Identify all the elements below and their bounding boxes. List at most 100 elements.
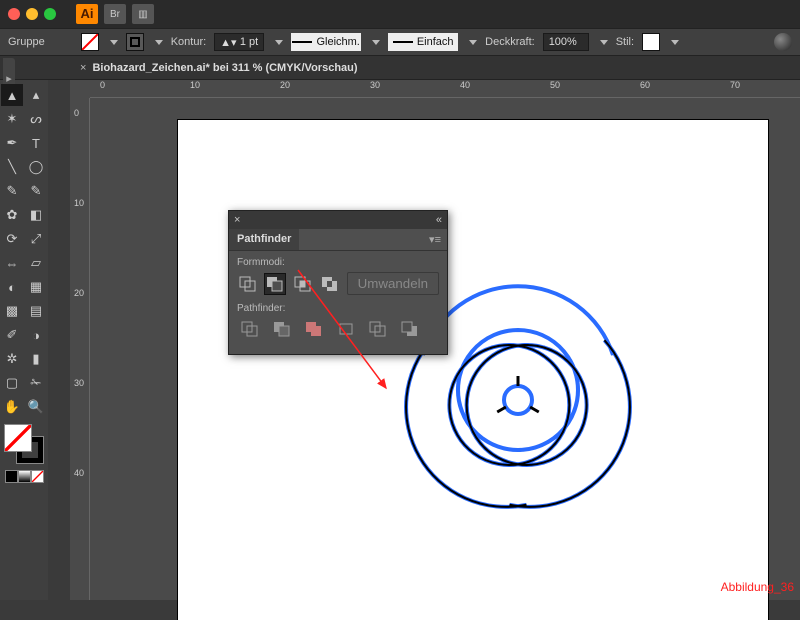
collapsed-left-dock[interactable] xyxy=(48,80,70,600)
ruler-tick: 30 xyxy=(74,378,84,388)
selection-tool[interactable]: ▲ xyxy=(1,84,23,106)
opacity-input[interactable]: 100% xyxy=(543,33,589,51)
color-mode-toggles xyxy=(5,470,44,483)
rotate-tool[interactable]: ⟳ xyxy=(1,228,23,250)
style-dropdown[interactable] xyxy=(671,40,679,45)
artboard-tool[interactable]: ▢ xyxy=(1,372,23,394)
stroke-weight-dropdown[interactable] xyxy=(275,40,283,45)
pathfinder-tab[interactable]: Pathfinder xyxy=(229,229,299,250)
panel-close-icon[interactable]: × xyxy=(234,214,240,226)
ruler-tick: 10 xyxy=(74,198,84,208)
pathfinder-ops-label: Pathfinder: xyxy=(237,303,439,314)
perspective-grid-tool[interactable]: ▦ xyxy=(25,276,47,298)
color-mode-none[interactable] xyxy=(31,470,44,483)
panel-body: Formmodi: Umwandeln Pathfinder: xyxy=(229,251,447,354)
pf-merge[interactable] xyxy=(301,318,327,340)
mesh-tool[interactable]: ▩ xyxy=(1,300,23,322)
blob-brush-tool[interactable]: ✿ xyxy=(1,204,23,226)
color-mode-solid[interactable] xyxy=(5,470,18,483)
eyedropper-tool[interactable]: ✐ xyxy=(1,324,23,346)
shape-mode-unite[interactable] xyxy=(237,273,258,295)
vertical-ruler[interactable]: 0 10 20 30 40 xyxy=(72,98,90,600)
opacity-label: Deckkraft: xyxy=(485,36,535,48)
document-tab-bar: × Biohazard_Zeichen.ai* bei 311 % (CMYK/… xyxy=(0,56,800,80)
color-mode-gradient[interactable] xyxy=(18,470,31,483)
document-area: 0 10 20 30 40 50 60 70 0 10 20 30 40 xyxy=(48,80,800,600)
stroke-profile-select[interactable]: Gleichm. xyxy=(291,33,361,51)
brush-definition-select[interactable]: Einfach xyxy=(388,33,458,51)
document-tab-title[interactable]: Biohazard_Zeichen.ai* bei 311 % (CMYK/Vo… xyxy=(92,62,357,74)
width-tool[interactable]: ⇔ xyxy=(1,252,23,274)
free-transform-tool[interactable]: ▱ xyxy=(25,252,47,274)
pf-minus-back[interactable] xyxy=(397,318,423,340)
bridge-button[interactable]: Br xyxy=(104,4,126,24)
ellipse-tool[interactable]: ◯ xyxy=(25,156,47,178)
ruler-tick: 0 xyxy=(100,80,105,90)
stroke-profile-dropdown[interactable] xyxy=(372,40,380,45)
shape-mode-minus-front[interactable] xyxy=(264,273,286,295)
fill-swatch[interactable] xyxy=(81,33,99,51)
ruler-tick: 70 xyxy=(730,80,740,90)
artboard[interactable] xyxy=(178,120,768,620)
opacity-dropdown[interactable] xyxy=(600,40,608,45)
macos-titlebar: Ai Br ▥ xyxy=(0,0,800,28)
selection-type-label: Gruppe xyxy=(8,36,45,48)
fill-color-box[interactable] xyxy=(4,424,32,452)
column-graph-tool[interactable]: ▮ xyxy=(25,348,47,370)
ruler-tick: 40 xyxy=(74,468,84,478)
fill-dropdown[interactable] xyxy=(110,40,118,45)
symbol-sprayer-tool[interactable]: ✲ xyxy=(1,348,23,370)
document-setup-button[interactable] xyxy=(774,33,792,51)
window-controls xyxy=(8,8,56,20)
scale-tool[interactable]: ⤢ xyxy=(25,228,47,250)
minimize-window-button[interactable] xyxy=(26,8,38,20)
zoom-window-button[interactable] xyxy=(44,8,56,20)
blend-tool[interactable]: ◑ xyxy=(25,324,47,346)
expand-button[interactable]: Umwandeln xyxy=(347,272,439,295)
control-bar: Gruppe Kontur: ▲▾1 pt Gleichm. Einfach D… xyxy=(0,28,800,56)
eraser-tool[interactable]: ◧ xyxy=(25,204,47,226)
shape-mode-intersect[interactable] xyxy=(292,273,313,295)
magic-wand-tool[interactable]: ✶ xyxy=(1,108,23,130)
pf-trim[interactable] xyxy=(269,318,295,340)
panel-collapse-icon[interactable]: « xyxy=(436,214,442,226)
zoom-tool[interactable]: 🔍 xyxy=(25,396,47,418)
gradient-tool[interactable]: ▤ xyxy=(25,300,47,322)
pf-crop[interactable] xyxy=(333,318,359,340)
tools-panel: ▲ ▴ ✶ ᔕ ✒ T ╲ ◯ ✎ ✎ ✿ ◧ ⟳ ⤢ ⇔ ▱ ◐ ▦ ▩ ▤ … xyxy=(0,80,48,600)
close-window-button[interactable] xyxy=(8,8,20,20)
close-tab-icon[interactable]: × xyxy=(80,62,86,74)
direct-selection-tool[interactable]: ▴ xyxy=(25,84,47,106)
hand-tool[interactable]: ✋ xyxy=(1,396,23,418)
ruler-tick: 60 xyxy=(640,80,650,90)
arrange-documents-button[interactable]: ▥ xyxy=(132,4,154,24)
lasso-tool[interactable]: ᔕ xyxy=(25,108,47,130)
brush-dropdown[interactable] xyxy=(469,40,477,45)
ruler-tick: 0 xyxy=(74,108,79,118)
stroke-dropdown[interactable] xyxy=(155,40,163,45)
line-tool[interactable]: ╲ xyxy=(1,156,23,178)
ruler-tick: 20 xyxy=(74,288,84,298)
fill-stroke-control[interactable] xyxy=(4,424,44,464)
shape-builder-tool[interactable]: ◐ xyxy=(1,276,23,298)
stroke-label: Kontur: xyxy=(171,36,206,48)
pathfinder-panel[interactable]: × « Pathfinder ▾≡ Formmodi: Umwandeln Pa… xyxy=(228,210,448,355)
style-label: Stil: xyxy=(616,36,634,48)
ruler-tick: 40 xyxy=(460,80,470,90)
graphic-style-swatch[interactable] xyxy=(642,33,660,51)
pf-divide[interactable] xyxy=(237,318,263,340)
horizontal-ruler[interactable]: 0 10 20 30 40 50 60 70 xyxy=(90,80,800,98)
ruler-tick: 50 xyxy=(550,80,560,90)
pen-tool[interactable]: ✒ xyxy=(1,132,23,154)
pencil-tool[interactable]: ✎ xyxy=(25,180,47,202)
stroke-swatch[interactable] xyxy=(126,33,144,51)
type-tool[interactable]: T xyxy=(25,132,47,154)
pf-outline[interactable] xyxy=(365,318,391,340)
ruler-tick: 20 xyxy=(280,80,290,90)
shape-mode-exclude[interactable] xyxy=(319,273,340,295)
stroke-weight-input[interactable]: ▲▾1 pt xyxy=(214,33,264,51)
panel-header[interactable]: × « xyxy=(229,211,447,229)
slice-tool[interactable]: ✁ xyxy=(25,372,47,394)
paintbrush-tool[interactable]: ✎ xyxy=(1,180,23,202)
panel-menu-icon[interactable]: ▾≡ xyxy=(423,229,447,250)
